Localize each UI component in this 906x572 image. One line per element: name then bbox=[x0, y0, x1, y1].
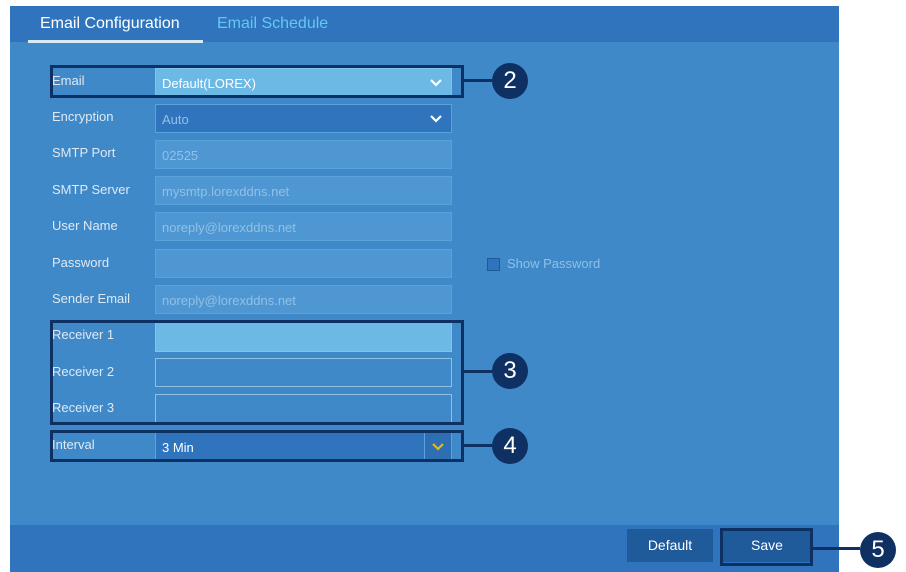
smtp-server-label: SMTP Server bbox=[52, 182, 130, 197]
default-button[interactable]: Default bbox=[627, 529, 713, 562]
encryption-select-value: Auto bbox=[162, 112, 189, 127]
smtp-port-label: SMTP Port bbox=[52, 145, 116, 160]
password-input[interactable] bbox=[155, 249, 452, 278]
tab-email-schedule[interactable]: Email Schedule bbox=[217, 15, 328, 33]
encryption-select[interactable]: Auto bbox=[155, 104, 452, 133]
show-password-label[interactable]: Show Password bbox=[507, 256, 600, 271]
callout-frame-interval bbox=[50, 430, 464, 462]
sender-email-label: Sender Email bbox=[52, 291, 131, 306]
callout-connector-save bbox=[813, 547, 860, 550]
tab-bar: Email Configuration Email Schedule bbox=[10, 6, 839, 43]
callout-frame-email bbox=[50, 65, 464, 98]
callout-connector-email bbox=[464, 79, 492, 82]
callout-connector-interval bbox=[464, 444, 492, 447]
user-name-label: User Name bbox=[52, 218, 118, 233]
encryption-label: Encryption bbox=[52, 109, 114, 124]
callout-badge-4: 4 bbox=[492, 428, 528, 464]
smtp-port-value: 02525 bbox=[162, 148, 199, 163]
sender-email-value: noreply@lorexddns.net bbox=[162, 293, 296, 308]
tab-email-configuration[interactable]: Email Configuration bbox=[40, 15, 180, 33]
password-label: Password bbox=[52, 255, 110, 270]
active-tab-indicator bbox=[28, 40, 203, 43]
callout-badge-5: 5 bbox=[860, 532, 896, 568]
user-name-value: noreply@lorexddns.net bbox=[162, 220, 296, 235]
smtp-server-input[interactable]: mysmtp.lorexddns.net bbox=[155, 176, 452, 205]
smtp-server-value: mysmtp.lorexddns.net bbox=[162, 184, 290, 199]
show-password-checkbox[interactable] bbox=[487, 258, 500, 271]
callout-badge-2: 2 bbox=[492, 63, 528, 99]
footer-bar bbox=[10, 525, 839, 572]
callout-frame-receivers bbox=[50, 320, 464, 425]
sender-email-input[interactable]: noreply@lorexddns.net bbox=[155, 285, 452, 314]
callout-frame-save bbox=[720, 528, 813, 566]
chevron-down-icon bbox=[430, 115, 442, 123]
smtp-port-input[interactable]: 02525 bbox=[155, 140, 452, 169]
callout-connector-receivers bbox=[464, 370, 492, 373]
callout-badge-3: 3 bbox=[492, 353, 528, 389]
user-name-input[interactable]: noreply@lorexddns.net bbox=[155, 212, 452, 241]
